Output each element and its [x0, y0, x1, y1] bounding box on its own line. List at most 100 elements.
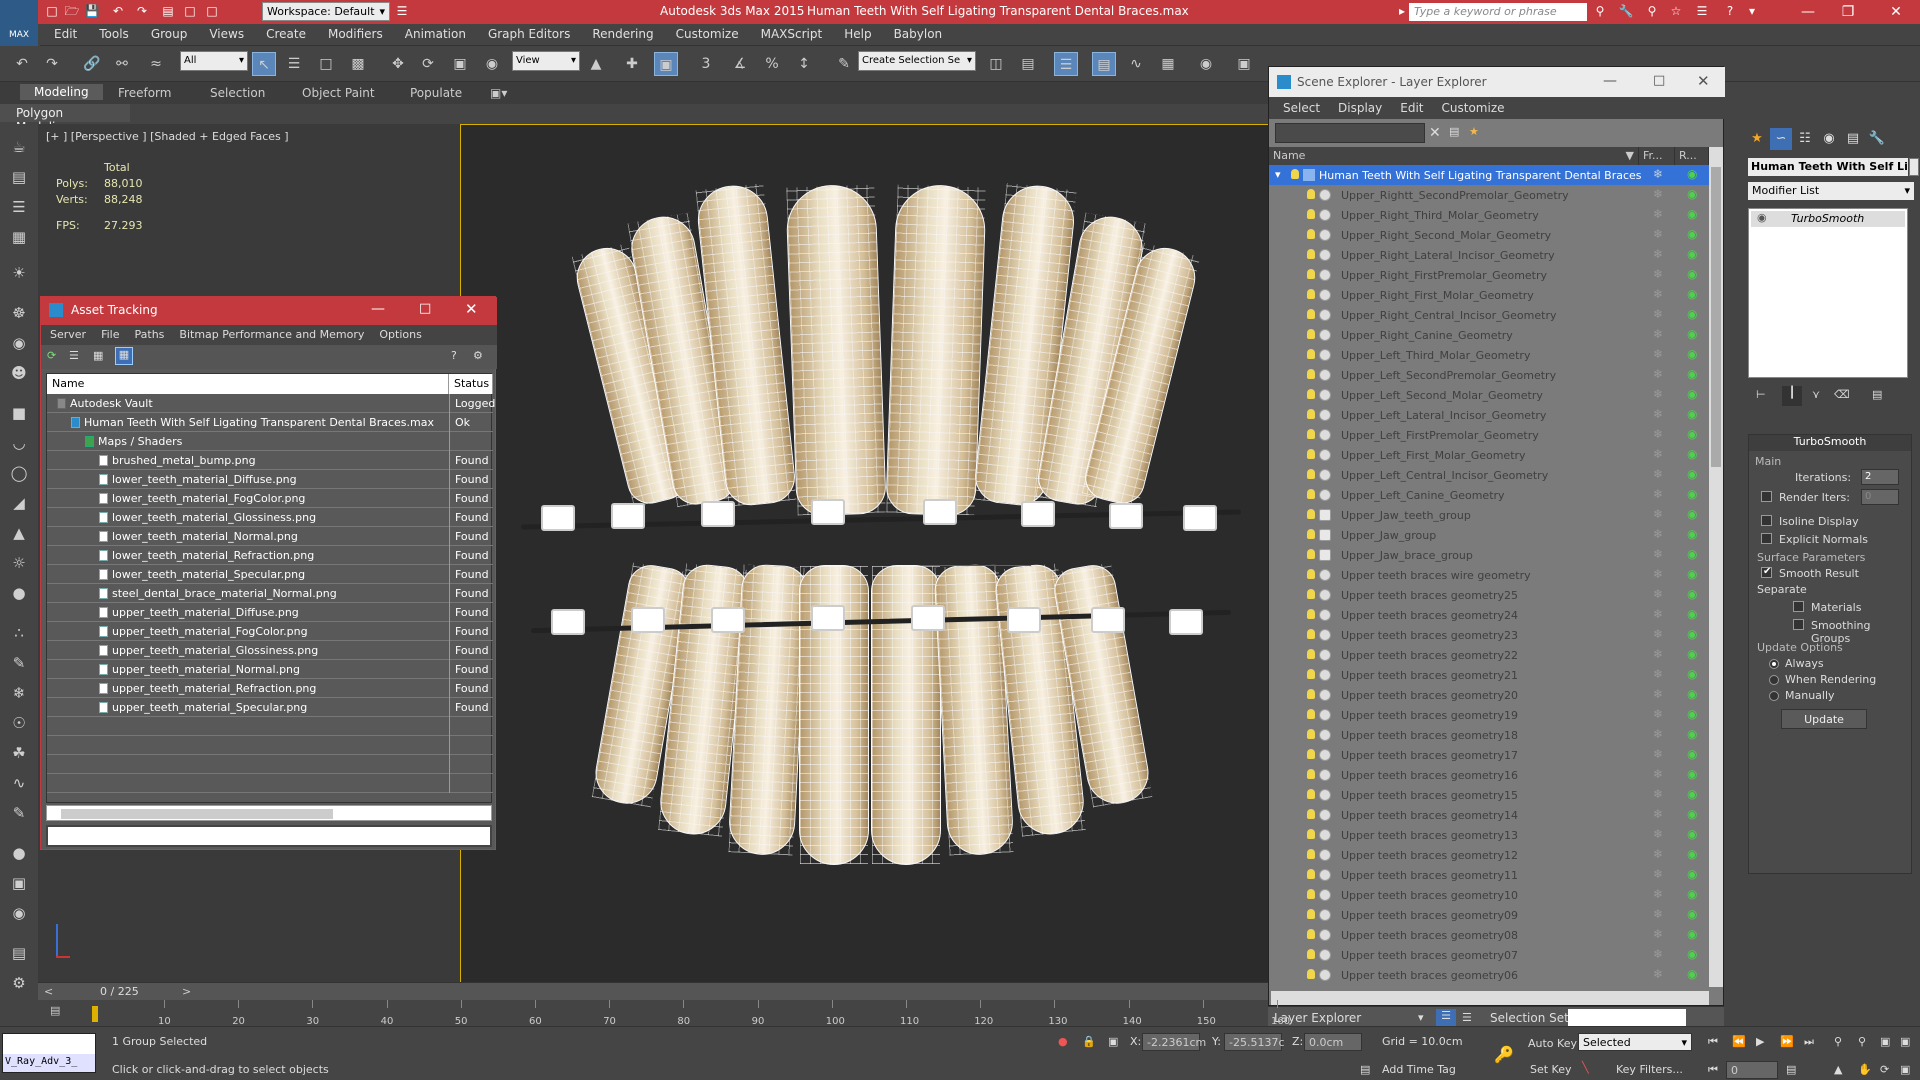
visibility-bulb-icon[interactable]	[1307, 449, 1315, 459]
scene-item[interactable]: Upper teeth braces geometry06 ❄ ◉	[1269, 965, 1709, 985]
graphite-toolbar-icon[interactable]: ▤	[1092, 52, 1116, 76]
asset-row[interactable]: lower_teeth_material_Refraction.png Found	[47, 546, 493, 565]
schematic-view-icon[interactable]: ▦	[1156, 52, 1180, 76]
visibility-bulb-icon[interactable]	[1307, 649, 1315, 659]
visibility-bulb-icon[interactable]	[1307, 789, 1315, 799]
visibility-bulb-icon[interactable]	[1307, 529, 1315, 539]
visibility-bulb-icon[interactable]	[1307, 189, 1315, 199]
brush-icon[interactable]: ✎	[6, 800, 32, 826]
settings-icon[interactable]: ⚙	[473, 349, 483, 362]
time-config-icon[interactable]: ▤	[1786, 1063, 1796, 1076]
menu-views[interactable]: Views	[209, 24, 244, 41]
half-sphere-icon[interactable]: ◡	[6, 430, 32, 456]
renderable-icon[interactable]: ◉	[1687, 767, 1697, 781]
layer-view-icon[interactable]: ▤	[1449, 125, 1459, 138]
asset-row[interactable]: upper_teeth_material_FogColor.png Found	[47, 622, 493, 641]
time-tag-icon[interactable]: ▤	[1360, 1063, 1370, 1076]
prev-frame-icon[interactable]: <	[44, 985, 53, 998]
scene-item[interactable]: Upper_Right_FirstPremolar_Geometry ❄ ◉	[1269, 265, 1709, 285]
display-tab-icon[interactable]: ▤	[1842, 128, 1864, 150]
shield-icon[interactable]: ☉	[6, 710, 32, 736]
visibility-bulb-icon[interactable]	[1307, 489, 1315, 499]
asset-row[interactable]: Maps / Shaders	[47, 432, 493, 451]
current-frame-field[interactable]: 0	[1726, 1061, 1778, 1079]
binoculars-icon[interactable]: ⚲	[1592, 3, 1608, 19]
timeline-toggle-icon[interactable]: ▤	[50, 1004, 60, 1017]
zoom-icon[interactable]: ⚲	[1834, 1035, 1842, 1048]
scene-item[interactable]: Upper teeth braces geometry17 ❄ ◉	[1269, 745, 1709, 765]
modifier-list-dropdown[interactable]: Modifier List ▾	[1748, 182, 1914, 200]
asset-menu-options[interactable]: Options	[379, 325, 421, 341]
isolate-icon[interactable]: ●	[1058, 1035, 1068, 1048]
select-move-icon[interactable]: ✥	[386, 52, 410, 76]
renderable-icon[interactable]: ◉	[1687, 707, 1697, 721]
freeze-icon[interactable]: ❄	[1653, 587, 1663, 601]
visibility-bulb-icon[interactable]	[1307, 749, 1315, 759]
renderable-icon[interactable]: ◉	[1687, 927, 1697, 941]
iterations-spinner[interactable]: 2	[1861, 469, 1899, 485]
menu-customize[interactable]: Customize	[676, 24, 739, 41]
renderable-icon[interactable]: ◉	[1687, 547, 1697, 561]
scene-item[interactable]: Upper_Right_Central_Incisor_Geometry ❄ ◉	[1269, 305, 1709, 325]
freeze-icon[interactable]: ❄	[1653, 367, 1663, 381]
scene-item[interactable]: Upper teeth braces geometry23 ❄ ◉	[1269, 625, 1709, 645]
create-tab-icon[interactable]: ★	[1746, 128, 1768, 150]
scene-item[interactable]: Upper teeth braces geometry07 ❄ ◉	[1269, 945, 1709, 965]
scene-item[interactable]: Upper_Right_Third_Molar_Geometry ❄ ◉	[1269, 205, 1709, 225]
menu-maxscript[interactable]: MAXScript	[761, 24, 823, 41]
visibility-bulb-icon[interactable]	[1307, 229, 1315, 239]
clone-icon[interactable]: ☸	[6, 300, 32, 326]
renderable-icon[interactable]: ◉	[1687, 167, 1697, 181]
render-iters-checkbox[interactable]	[1761, 491, 1772, 502]
freeze-icon[interactable]: ❄	[1653, 807, 1663, 821]
coord-x-field[interactable]: -2.2361cm	[1142, 1033, 1206, 1051]
tools-icon[interactable]: 🔧	[1618, 3, 1634, 19]
select-object-icon[interactable]: ↖	[252, 52, 276, 76]
tab-modeling[interactable]: Modeling	[20, 84, 103, 100]
visibility-bulb-icon[interactable]	[1307, 389, 1315, 399]
auto-key-button[interactable]: Auto Key	[1528, 1037, 1577, 1050]
scene-root-layer[interactable]: ▾ Human Teeth With Self Ligating Transpa…	[1269, 165, 1709, 185]
close-icon[interactable]: ✕	[465, 300, 478, 318]
freeze-icon[interactable]: ❄	[1653, 967, 1663, 981]
freeze-icon[interactable]: ❄	[1653, 707, 1663, 721]
visibility-bulb-icon[interactable]	[1307, 889, 1315, 899]
polygon-modeling-panel[interactable]: Polygon Modeling	[0, 104, 130, 134]
visibility-bulb-icon[interactable]	[1307, 329, 1315, 339]
freeze-icon[interactable]: ❄	[1653, 207, 1663, 221]
menu-modifiers[interactable]: Modifiers	[328, 24, 383, 41]
paint-icon[interactable]: ✎	[6, 650, 32, 676]
x-axis-gizmo[interactable]	[921, 565, 1031, 566]
visibility-bulb-icon[interactable]	[1307, 469, 1315, 479]
visibility-bulb-icon[interactable]	[1307, 929, 1315, 939]
snaps-toggle-icon[interactable]: 3	[694, 52, 718, 76]
renderable-icon[interactable]: ◉	[1687, 607, 1697, 621]
reference-coordinate-dropdown[interactable]: View ▾	[512, 51, 580, 71]
freeze-icon[interactable]: ❄	[1653, 867, 1663, 881]
asset-row[interactable]: upper_teeth_material_Specular.png Found	[47, 698, 493, 717]
freeze-icon[interactable]: ❄	[1653, 187, 1663, 201]
asset-row[interactable]: lower_teeth_material_Diffuse.png Found	[47, 470, 493, 489]
key-filters-button[interactable]: Key Filters...	[1616, 1063, 1683, 1076]
scene-col-name[interactable]: Name ▼	[1269, 147, 1639, 165]
scene-item[interactable]: Upper teeth braces geometry11 ❄ ◉	[1269, 865, 1709, 885]
next-frame-icon[interactable]: >	[182, 985, 191, 998]
freeze-icon[interactable]: ❄	[1653, 427, 1663, 441]
freeze-icon[interactable]: ❄	[1653, 227, 1663, 241]
tab-selection[interactable]: Selection	[210, 86, 265, 100]
scene-explorer-titlebar[interactable]: Scene Explorer - Layer Explorer — □ ✕	[1269, 67, 1725, 97]
renderable-icon[interactable]: ◉	[1687, 227, 1697, 241]
freeze-icon[interactable]: ❄	[1653, 487, 1663, 501]
freeze-icon[interactable]: ❄	[1653, 507, 1663, 521]
asset-row[interactable]: lower_teeth_material_Glossiness.png Found	[47, 508, 493, 527]
scene-item[interactable]: Upper teeth braces wire geometry ❄ ◉	[1269, 565, 1709, 585]
visibility-bulb-icon[interactable]	[1307, 809, 1315, 819]
smooth-result-checkbox[interactable]	[1761, 566, 1772, 578]
scene-item[interactable]: Upper_Right_Lateral_Incisor_Geometry ❄ ◉	[1269, 245, 1709, 265]
field-of-view-icon[interactable]: ▲	[1834, 1063, 1842, 1076]
scene-item[interactable]: Upper teeth braces geometry20 ❄ ◉	[1269, 685, 1709, 705]
menu-group[interactable]: Group	[151, 24, 188, 41]
close-icon[interactable]: ✕	[1874, 0, 1918, 24]
motion-tab-icon[interactable]: ◉	[1818, 128, 1840, 150]
freeze-icon[interactable]: ❄	[1653, 447, 1663, 461]
